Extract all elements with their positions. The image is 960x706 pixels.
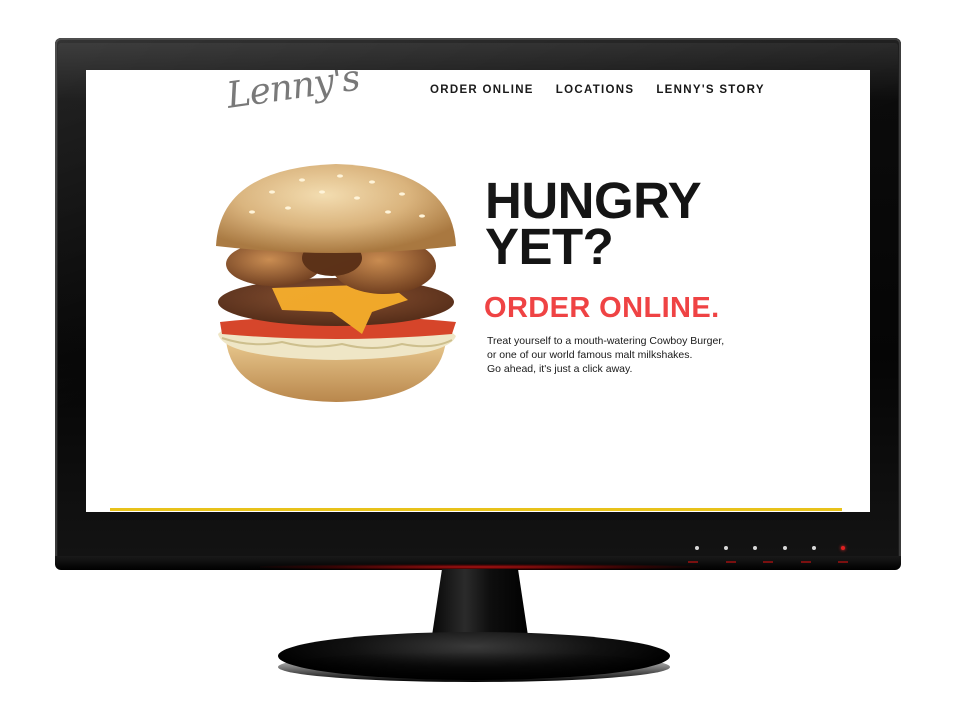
nav-locations[interactable]: LOCATIONS [556, 84, 635, 96]
monitor-button-5[interactable] [811, 546, 816, 550]
lennys-logo[interactable]: Lenny's [224, 70, 362, 117]
body-line-3: Go ahead, it's just a click away. [487, 363, 633, 375]
body-line-1: Treat yourself to a mouth-watering Cowbo… [487, 335, 725, 347]
control-label-4 [800, 561, 811, 563]
monitor-control-labels [688, 561, 848, 567]
nav-lennys-story[interactable]: LENNY'S STORY [656, 84, 764, 96]
monitor-controls [695, 543, 845, 553]
monitor-button-2[interactable] [724, 546, 729, 550]
screen-accent-bar [110, 508, 842, 511]
website-screen: Lenny's ORDER ONLINE LOCATIONS LENNY'S S… [86, 70, 870, 512]
headline-line-2: YET? [485, 218, 614, 275]
control-label-5 [838, 561, 848, 563]
hero-headline: HUNGRY YET? [485, 175, 702, 275]
hero-body-copy: Treat yourself to a mouth-watering Cowbo… [487, 334, 747, 376]
monitor-stand-rim [278, 652, 670, 682]
nav-order-online[interactable]: ORDER ONLINE [430, 84, 534, 96]
control-label-1 [688, 561, 698, 563]
monitor-button-4[interactable] [782, 546, 787, 550]
burger-image [216, 164, 456, 402]
monitor-button-3[interactable] [753, 546, 758, 550]
power-button-icon[interactable] [840, 546, 845, 550]
control-label-3 [763, 561, 773, 563]
body-line-2: or one of our world famous malt milkshak… [487, 349, 693, 361]
control-label-2 [725, 561, 736, 563]
main-nav: ORDER ONLINE LOCATIONS LENNY'S STORY [430, 84, 765, 96]
monitor-mockup: Lenny's ORDER ONLINE LOCATIONS LENNY'S S… [0, 0, 960, 706]
order-online-cta[interactable]: ORDER ONLINE. [484, 292, 720, 325]
monitor-button-1[interactable] [695, 546, 699, 550]
